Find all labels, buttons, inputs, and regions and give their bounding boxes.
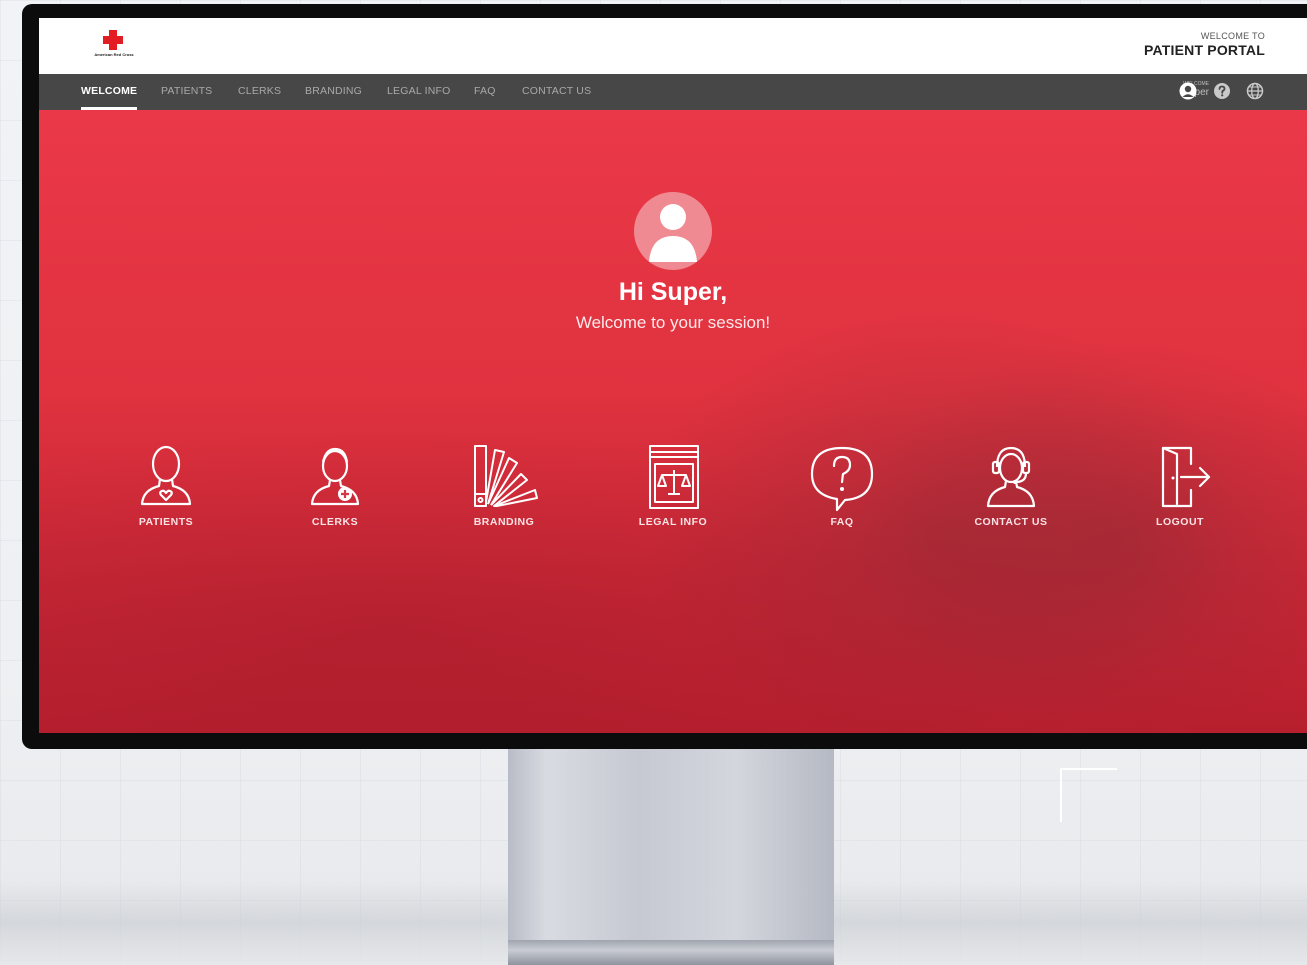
nav-legal-info[interactable]: LEGAL INFO bbox=[387, 74, 450, 110]
globe-icon[interactable] bbox=[1246, 82, 1264, 100]
tile-faq[interactable]: FAQ bbox=[772, 442, 912, 528]
tile-contact-us[interactable]: CONTACT US bbox=[941, 442, 1081, 528]
red-cross-logo[interactable]: American Red Cross bbox=[89, 28, 139, 64]
nav-branding[interactable]: BRANDING bbox=[305, 74, 362, 110]
logo-text: American Red Cross bbox=[94, 52, 134, 57]
nav-clerks[interactable]: CLERKS bbox=[238, 74, 281, 110]
monitor-stand-foot bbox=[508, 940, 834, 965]
patient-icon bbox=[140, 445, 192, 506]
help-icon[interactable] bbox=[1213, 82, 1231, 100]
top-header: American Red Cross WELCOME TO PATIENT PO… bbox=[39, 18, 1307, 74]
tile-contact-us-label: CONTACT US bbox=[974, 516, 1048, 528]
headset-icon bbox=[986, 446, 1036, 508]
tile-legal-info-label: LEGAL INFO bbox=[638, 516, 708, 528]
nav-welcome[interactable]: WELCOME bbox=[81, 74, 138, 110]
clerk-icon bbox=[310, 447, 360, 506]
tile-patients[interactable]: PATIENTS bbox=[96, 442, 236, 528]
welcome-subtitle: Welcome to your session! bbox=[575, 313, 771, 332]
tile-patients-label: PATIENTS bbox=[138, 516, 194, 528]
tile-branding[interactable]: BRANDING bbox=[434, 442, 574, 528]
tile-faq-label: FAQ bbox=[830, 516, 854, 528]
welcome-hero: Hi Super, Welcome to your session! PATIE… bbox=[39, 110, 1307, 733]
nav-welcome-label: WELCOME bbox=[81, 85, 138, 97]
portal-welcome-label: WELCOME TO bbox=[1200, 31, 1265, 41]
tile-branding-label: BRANDING bbox=[473, 516, 535, 528]
user-silhouette-icon bbox=[649, 204, 697, 262]
question-bubble-icon bbox=[810, 446, 874, 512]
tile-clerks-label: CLERKS bbox=[311, 516, 359, 528]
portal-title-text: PATIENT PORTAL bbox=[1143, 42, 1265, 58]
main-nav: WELCOME PATIENTS CLERKS BRANDING LEGAL I… bbox=[39, 74, 1307, 110]
tile-legal-info[interactable]: LEGAL INFO bbox=[603, 442, 743, 528]
tile-clerks[interactable]: CLERKS bbox=[265, 442, 405, 528]
nav-patients[interactable]: PATIENTS bbox=[161, 74, 212, 110]
swatch-fan-icon bbox=[474, 445, 538, 507]
portal-title: WELCOME TO PATIENT PORTAL bbox=[1144, 31, 1265, 58]
greeting: Hi Super, bbox=[618, 278, 728, 306]
tile-logout-label: LOGOUT bbox=[1156, 516, 1204, 528]
nav-faq[interactable]: FAQ bbox=[474, 74, 496, 110]
user-avatar bbox=[634, 192, 712, 270]
user-avatar-icon[interactable] bbox=[1179, 82, 1197, 100]
law-book-icon bbox=[649, 445, 699, 509]
door-exit-icon bbox=[1161, 446, 1211, 508]
monitor-stand bbox=[508, 748, 834, 965]
nav-contact-us[interactable]: CONTACT US bbox=[522, 74, 591, 110]
decorative-line bbox=[1060, 768, 1117, 822]
tile-logout[interactable]: LOGOUT bbox=[1110, 442, 1250, 528]
screen: American Red Cross WELCOME TO PATIENT PO… bbox=[39, 18, 1307, 733]
